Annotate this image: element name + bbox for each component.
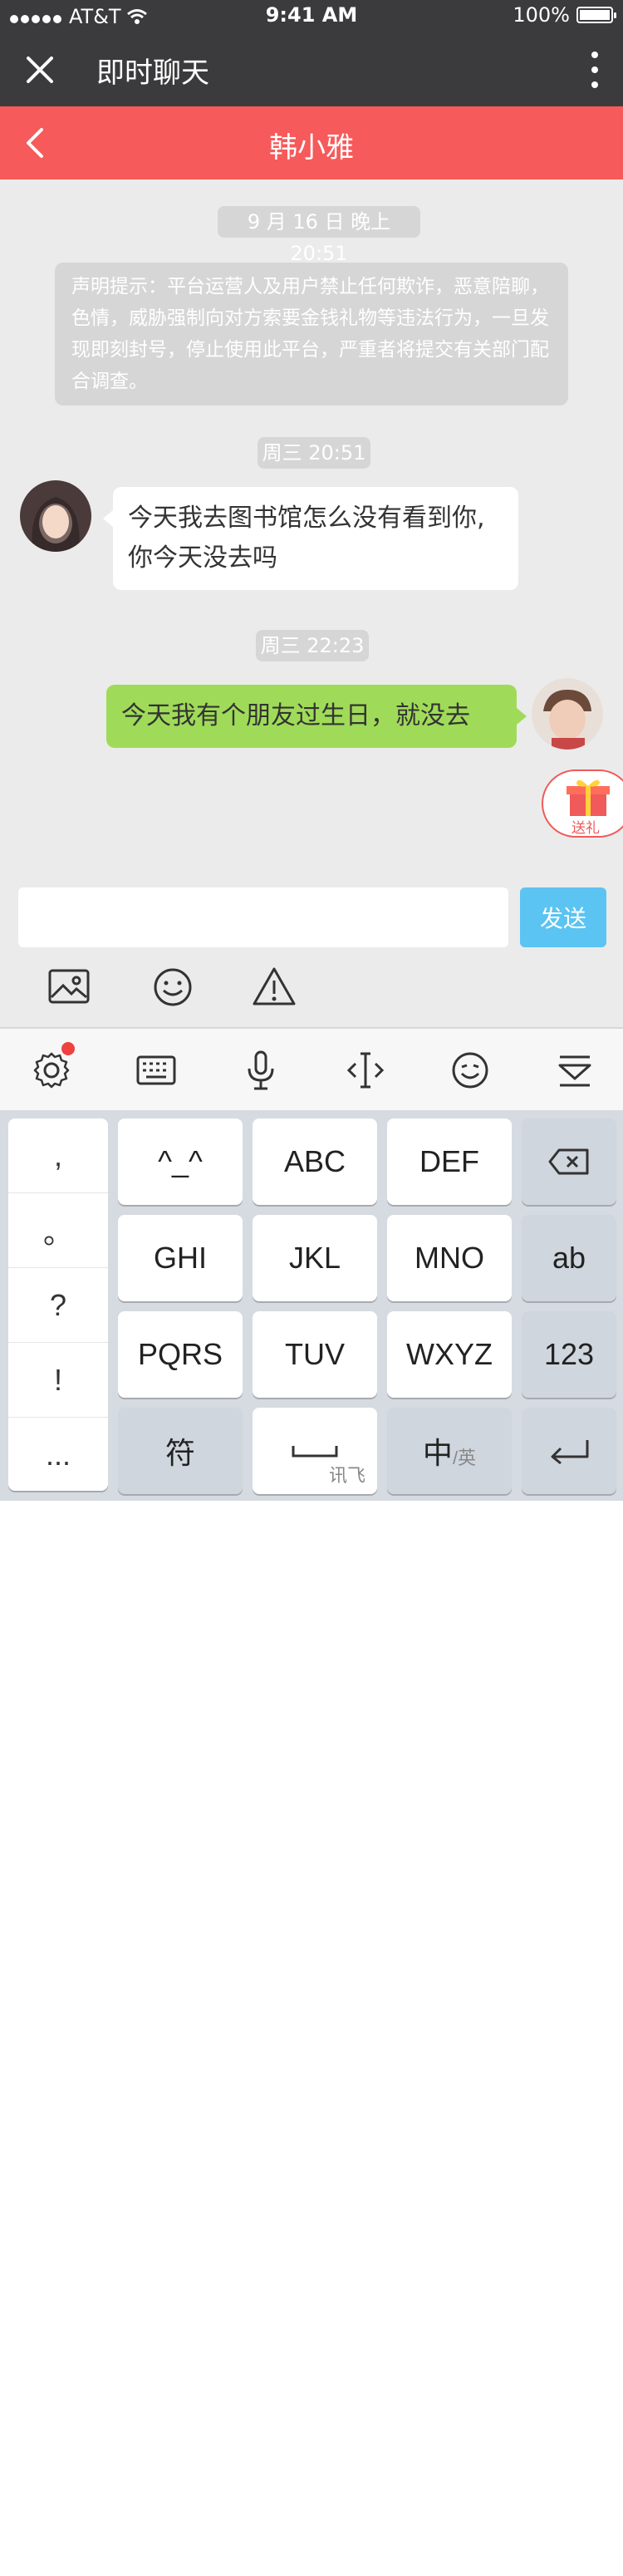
key-numbers[interactable]: 123: [522, 1311, 616, 1398]
space-key[interactable]: 讯飞: [253, 1408, 377, 1494]
backspace-key[interactable]: [522, 1118, 616, 1205]
time-separator: 周三 20:51: [258, 437, 370, 469]
lang-sub: /英: [452, 1448, 477, 1468]
punct-key[interactable]: 。: [8, 1193, 108, 1268]
bubble-tail: [103, 510, 113, 527]
message-input[interactable]: [18, 887, 508, 947]
image-icon[interactable]: [47, 964, 93, 1010]
key-ghi[interactable]: GHI: [118, 1215, 243, 1301]
gift-label: 送礼: [571, 820, 600, 837]
incoming-message[interactable]: 今天我去图书馆怎么没有看到你,你今天没去吗: [113, 487, 518, 590]
app-title: 即时聊天: [96, 57, 209, 90]
return-icon: [551, 1440, 589, 1465]
battery-icon: [576, 7, 616, 23]
key-abc[interactable]: ABC: [253, 1118, 377, 1205]
time-separator: 周三 22:23: [256, 630, 369, 661]
contact-name: 韩小雅: [269, 131, 354, 165]
status-bar: AT&T 9:41 AM 100%: [0, 0, 623, 33]
key-wxyz[interactable]: WXYZ: [387, 1311, 512, 1398]
contact-avatar[interactable]: [20, 480, 91, 552]
my-avatar[interactable]: [532, 678, 603, 750]
emoji-icon[interactable]: [150, 964, 196, 1010]
space-bar-icon: [292, 1446, 338, 1458]
cursor-move-icon[interactable]: [342, 1047, 389, 1094]
punct-key[interactable]: ?: [8, 1268, 108, 1343]
bubble-tail: [517, 708, 527, 725]
key-pqrs[interactable]: PQRS: [118, 1311, 243, 1398]
date-separator: 9 月 16 日 晚上 20:51: [218, 206, 420, 265]
close-icon[interactable]: [20, 50, 60, 90]
warning-icon[interactable]: [251, 964, 297, 1010]
system-notice: 声明提示：平台运营人及用户禁止任何欺诈，恶意陪聊，色情，威胁强制向对方索要金钱礼…: [55, 263, 568, 406]
punct-key[interactable]: ,: [8, 1118, 108, 1193]
key-emoticon[interactable]: ^_^: [118, 1118, 243, 1205]
language-switch-key[interactable]: 中 /英: [387, 1408, 512, 1494]
app-bar: 即时聊天: [0, 33, 623, 106]
microphone-icon[interactable]: [238, 1047, 284, 1094]
key-symbols[interactable]: 符: [118, 1408, 243, 1494]
notification-dot: [61, 1042, 75, 1055]
emoticon-icon[interactable]: [447, 1047, 493, 1094]
punctuation-column[interactable]: , 。 ? ! ...: [8, 1118, 108, 1491]
battery-percent: 100%: [513, 3, 570, 27]
key-def[interactable]: DEF: [387, 1118, 512, 1205]
key-jkl[interactable]: JKL: [253, 1215, 377, 1301]
key-lowercase[interactable]: ab: [522, 1215, 616, 1301]
backspace-icon: [548, 1148, 589, 1175]
chat-header: 韩小雅: [0, 106, 623, 179]
enter-key[interactable]: [522, 1408, 616, 1494]
hide-keyboard-icon[interactable]: [552, 1047, 598, 1094]
battery-group: 100%: [513, 3, 616, 27]
more-options-icon[interactable]: [586, 52, 603, 88]
key-tuv[interactable]: TUV: [253, 1311, 377, 1398]
keyboard: , 。 ? ! ... ^_^ ABC DEF GHI JKL MNO ab P…: [0, 1110, 623, 1501]
outgoing-message[interactable]: 今天我有个朋友过生日，就没去: [106, 685, 517, 748]
keyboard-icon[interactable]: [133, 1047, 179, 1094]
keyboard-toolbar: [0, 1027, 623, 1110]
key-mno[interactable]: MNO: [387, 1215, 512, 1301]
space-sublabel: 讯飞: [328, 1465, 365, 1486]
punct-key[interactable]: !: [8, 1343, 108, 1418]
gift-button[interactable]: 送礼: [542, 769, 623, 838]
punct-key[interactable]: ...: [8, 1418, 108, 1492]
lang-main: 中: [422, 1436, 453, 1470]
composer: 发送: [0, 873, 623, 1027]
send-button[interactable]: 发送: [520, 887, 606, 947]
gift-icon: [567, 779, 610, 816]
